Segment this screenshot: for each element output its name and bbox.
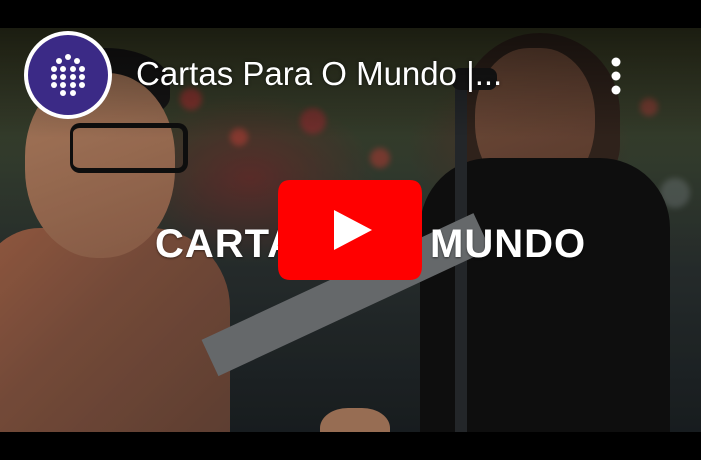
video-embed[interactable]: CARTAS MUNDO Cartas Para O Mundo |...: [0, 0, 701, 460]
more-options-button[interactable]: [596, 48, 636, 104]
channel-avatar[interactable]: [24, 31, 112, 119]
overlay-text-right: MUNDO: [430, 222, 587, 266]
more-vertical-icon: [611, 57, 621, 95]
avatar-inner: [28, 35, 108, 115]
video-title[interactable]: Cartas Para O Mundo |...: [136, 52, 576, 96]
youtube-play-icon: [278, 180, 422, 280]
play-button[interactable]: [276, 178, 424, 282]
grid-dots-icon: [51, 54, 85, 97]
